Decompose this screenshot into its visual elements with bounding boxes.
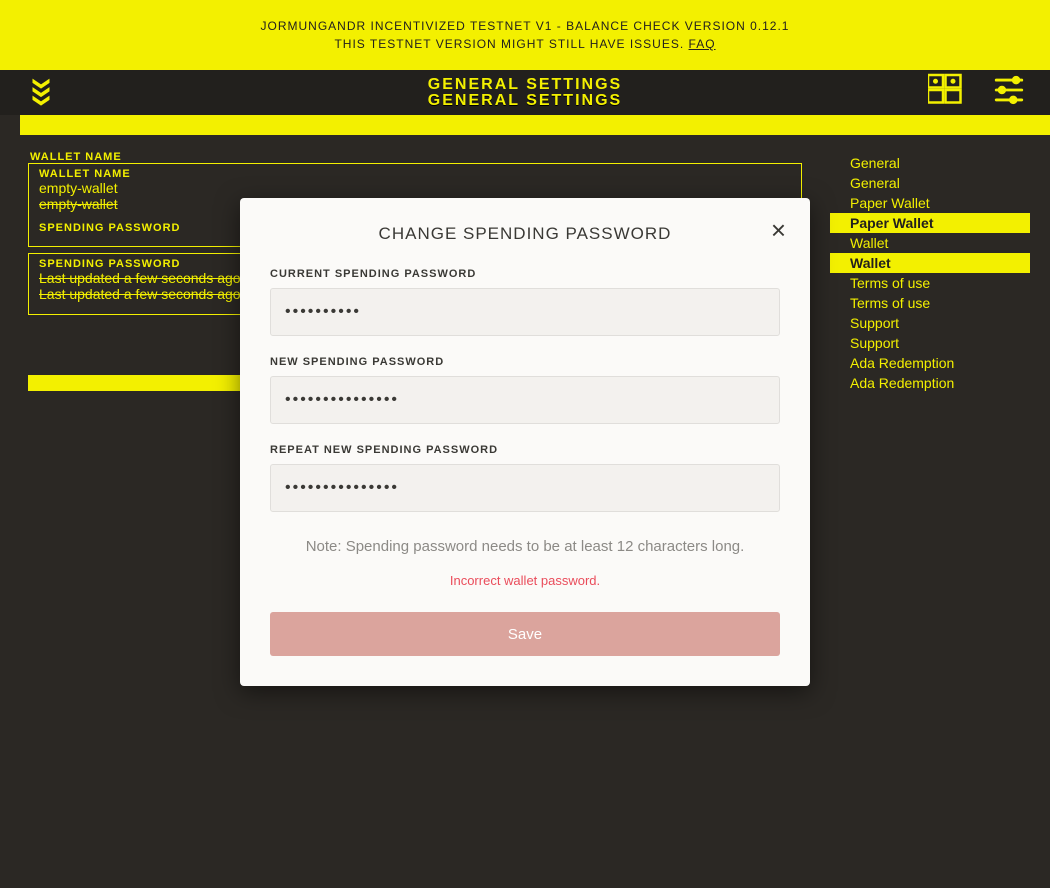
- new-password-label: NEW SPENDING PASSWORD: [270, 356, 780, 368]
- change-password-modal: CHANGE SPENDING PASSWORD × CURRENT SPEND…: [240, 198, 810, 686]
- repeat-password-label: REPEAT NEW SPENDING PASSWORD: [270, 444, 780, 456]
- save-button[interactable]: Save: [270, 612, 780, 656]
- password-note: Note: Spending password needs to be at l…: [270, 538, 780, 555]
- current-password-label: CURRENT SPENDING PASSWORD: [270, 268, 780, 280]
- close-icon[interactable]: ×: [771, 220, 786, 240]
- repeat-password-input[interactable]: [270, 464, 780, 512]
- modal-overlay: CHANGE SPENDING PASSWORD × CURRENT SPEND…: [0, 0, 1050, 888]
- modal-title: CHANGE SPENDING PASSWORD: [270, 224, 780, 244]
- new-password-input[interactable]: [270, 376, 780, 424]
- error-message: Incorrect wallet password.: [270, 573, 780, 588]
- current-password-input[interactable]: [270, 288, 780, 336]
